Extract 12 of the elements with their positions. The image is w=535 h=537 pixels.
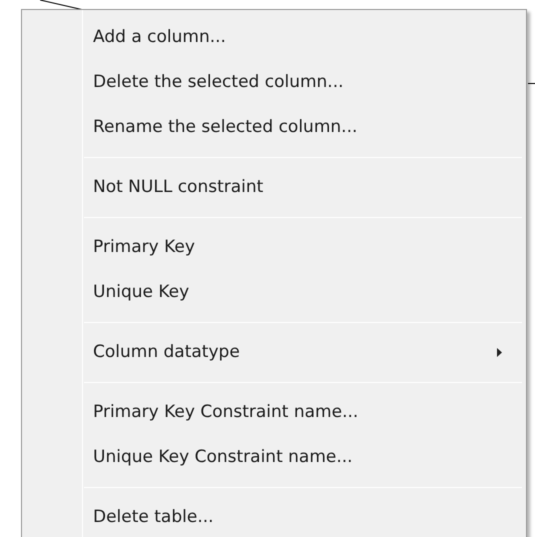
menu-item[interactable]: Unique Key Constraint name...: [24, 435, 522, 480]
menu-item[interactable]: Unique Key: [24, 270, 522, 315]
menu-item[interactable]: Delete the selected column...: [24, 60, 522, 105]
menu-item[interactable]: Primary Key: [24, 225, 522, 270]
menu-item[interactable]: Column datatype: [24, 330, 522, 375]
menu-item[interactable]: Not NULL constraint: [24, 165, 522, 210]
menu-item[interactable]: Rename the selected column...: [24, 105, 522, 150]
leader-line: [40, 0, 84, 11]
leader-line: [528, 83, 535, 84]
menu-item[interactable]: Primary Key Constraint name...: [24, 390, 522, 435]
menu-item[interactable]: Add a column...: [24, 15, 522, 60]
menu-item[interactable]: Delete table...: [24, 495, 522, 537]
